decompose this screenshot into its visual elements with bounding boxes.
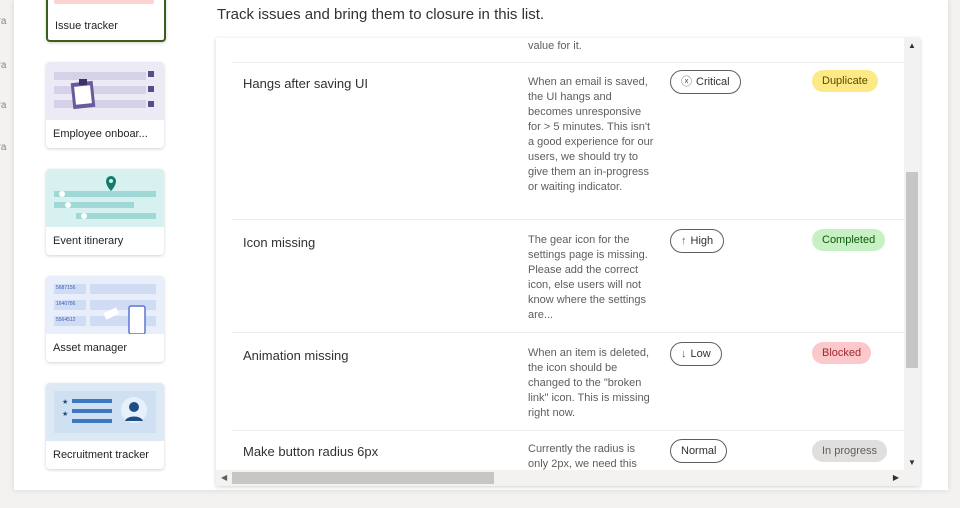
template-card-employee-onboarding[interactable]: Employee onboar... [46,62,164,148]
row-title: Hangs after saving UI [243,76,369,91]
background-text: ora [0,16,7,27]
event-itinerary-thumbnail [46,169,164,227]
scroll-right-arrow-icon[interactable]: ▶ [893,473,899,482]
template-gallery: Issue tracker Employee onboar... Event i… [32,0,202,486]
priority-badge: ↓ Low [670,342,722,366]
row-description: The gear icon for the settings page is m… [528,234,648,321]
svg-text:★: ★ [62,398,68,406]
employee-onboarding-thumbnail [46,62,164,120]
template-description: Track issues and bring them to closure i… [217,6,545,23]
scroll-down-arrow-icon[interactable]: ▼ [908,458,916,467]
list-horizontal-scrollbar-thumb[interactable] [232,472,494,484]
background-text: ora [0,142,7,153]
list-row: Icon missing The gear icon for the setti… [232,220,904,333]
preview-list: value for it. Hangs after saving UI When… [216,38,920,486]
map-pin-icon [54,176,156,219]
background-page-strip-bottom [0,490,960,508]
clipboard-checklist-icon [54,71,154,110]
list-row: Hangs after saving UI When an email is s… [232,62,904,220]
background-text: ora [0,100,7,111]
row-title: Animation missing [243,348,349,363]
priority-label: Critical [696,76,730,88]
template-card-asset-manager[interactable]: 5687156 1640786 5564512 Asset manager [46,276,164,362]
candidate-profile-icon: ★ ★ [54,391,156,433]
list-vertical-scrollbar[interactable]: ▲ ▼ [904,38,920,470]
list-row: Animation missing When an item is delete… [232,333,904,431]
row-description: When an email is saved, the UI hangs and… [528,76,654,193]
scrollbar-corner [904,470,920,486]
recruitment-tracker-thumbnail: ★ ★ [46,383,164,441]
svg-text:★: ★ [62,410,68,418]
arrow-up-icon: ↑ [681,235,687,247]
priority-label: Low [690,348,711,360]
template-card-label: Event itinerary [53,235,124,247]
preview-rows: value for it. Hangs after saving UI When… [216,38,904,470]
priority-badge: ⓧ Critical [670,70,741,94]
row-title: Make button radius 6px [243,444,379,459]
template-card-label: Employee onboar... [53,128,148,140]
priority-label: High [690,235,714,247]
row-description: When an item is deleted, the icon should… [528,347,650,419]
background-page-strip: ora ora ora ora [0,0,14,508]
status-badge: Completed [812,229,886,251]
template-card-recruitment-tracker[interactable]: ★ ★ Recruitment tracker [46,383,164,469]
status-badge: In progress [812,440,888,462]
critical-icon: ⓧ [681,76,692,88]
scroll-up-arrow-icon[interactable]: ▲ [908,41,916,50]
template-card-event-itinerary[interactable]: Event itinerary [46,169,164,255]
priority-label: Normal [681,445,717,457]
list-row-partial: value for it. [232,38,904,63]
status-badge: Duplicate [812,70,878,92]
scroll-left-arrow-icon[interactable]: ◀ [221,473,227,482]
background-page-strip-right [948,0,960,508]
list-vertical-scrollbar-thumb[interactable] [906,172,918,368]
list-horizontal-scrollbar[interactable]: ◀ ▶ [216,470,904,486]
template-card-label: Issue tracker [55,20,118,32]
priority-badge: Normal [670,439,728,463]
template-card-issue-tracker[interactable]: Issue tracker [46,0,166,42]
row-description: Currently the radius is only 2px, we nee… [528,443,637,470]
priority-badge: ↑ High [670,229,725,253]
phone-tag-icon [103,305,146,334]
row-title: Icon missing [243,235,316,250]
template-card-label: Asset manager [53,342,127,354]
arrow-down-icon: ↓ [681,348,687,360]
template-dialog: Issue tracker Employee onboar... Event i… [14,0,948,490]
background-text: ora [0,60,7,71]
issue-tracker-thumbnail [48,0,164,12]
template-card-label: Recruitment tracker [53,449,149,461]
list-row: Make button radius 6px Currently the rad… [232,431,904,470]
asset-manager-thumbnail: 5687156 1640786 5564512 [46,276,164,334]
status-badge: Blocked [812,342,872,364]
row-description: value for it. [528,40,582,52]
